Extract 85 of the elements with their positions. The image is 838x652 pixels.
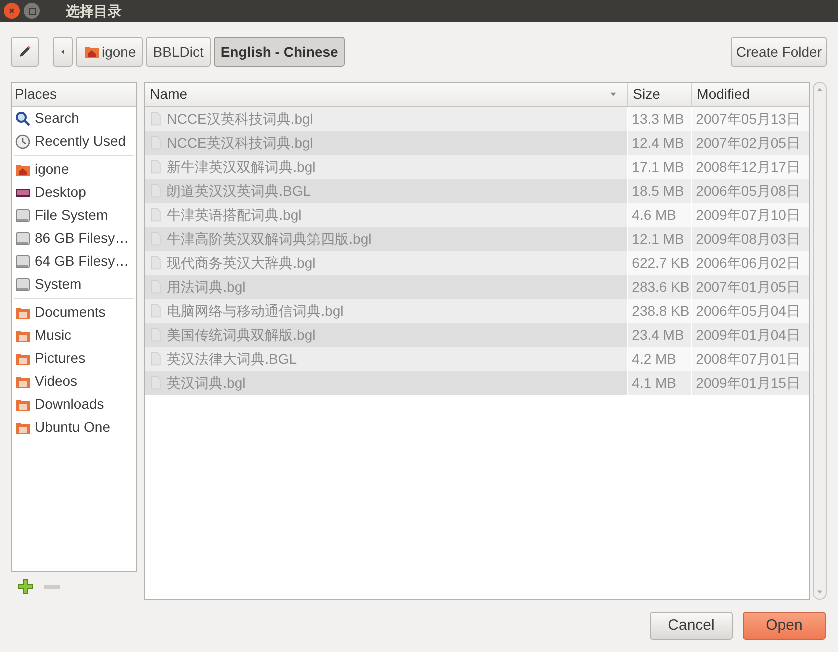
sidebar-item[interactable]: igone <box>12 158 136 181</box>
table-cell-text: 牛津英语搭配词典.bgl <box>167 206 302 225</box>
drive-icon <box>15 230 31 246</box>
path-button[interactable]: igone <box>76 37 144 67</box>
sidebar-item[interactable]: System <box>12 273 136 296</box>
sidebar-item[interactable]: File System <box>12 204 136 227</box>
path-button[interactable]: BBLDict <box>146 37 211 67</box>
plus-icon <box>18 579 34 595</box>
sidebar-item[interactable]: Downloads <box>12 393 136 416</box>
column-header[interactable]: Places <box>12 83 136 107</box>
table-cell-text: 美国传统词典双解版.bgl <box>167 326 316 345</box>
scroll-left-button[interactable] <box>53 37 73 67</box>
table-cell-text: 2009年01月04日 <box>696 326 800 344</box>
table-cell-text: 238.8 KB <box>632 302 690 320</box>
sidebar-item[interactable]: Search <box>12 107 136 130</box>
pencil-icon <box>17 44 33 60</box>
table-cell-text: 新牛津英汉双解词典.bgl <box>167 158 316 177</box>
scrollbar[interactable] <box>813 82 827 600</box>
sidebar-item[interactable]: 64 GB Filesy… <box>12 250 136 273</box>
sidebar-item[interactable]: Music <box>12 324 136 347</box>
table-cell-text: 2009年01月15日 <box>696 374 800 392</box>
window-title: 选择目录 <box>66 2 122 20</box>
table-cell-text: 牛津高阶英汉双解词典第四版.bgl <box>167 230 372 249</box>
path-button[interactable]: English - Chinese <box>214 37 346 67</box>
table-cell-text: 英汉词典.bgl <box>167 374 246 393</box>
sidebar-item[interactable]: Pictures <box>12 347 136 370</box>
sort-arrow-icon <box>609 90 618 99</box>
table-cell-text: 2008年12月17日 <box>696 158 800 176</box>
column-header[interactable]: Name <box>145 83 628 106</box>
sidebar-item[interactable]: Desktop <box>12 181 136 204</box>
table-cell-text: 2009年08月03日 <box>696 230 800 248</box>
table-cell-text: 12.1 MB <box>632 230 684 248</box>
table-cell-text: 18.5 MB <box>632 182 684 200</box>
table-cell-text: 2007年05月13日 <box>696 110 800 128</box>
drive-icon <box>15 208 31 224</box>
file-icon <box>149 303 164 319</box>
table-cell-text: 2006年05月08日 <box>696 182 800 200</box>
table-cell-text: 现代商务英汉大辞典.bgl <box>167 254 316 273</box>
table-cell-text: 13.3 MB <box>632 110 684 128</box>
file-icon <box>149 159 164 175</box>
left-arrow-icon <box>59 48 67 56</box>
file-icon <box>149 351 164 367</box>
edit-location-button[interactable] <box>11 37 39 67</box>
table-cell-text: 2006年05月04日 <box>696 302 800 320</box>
table-cell-text: NCCE英汉科技词典.bgl <box>167 134 314 153</box>
cancel-button[interactable]: Cancel <box>650 612 733 640</box>
table-cell-text: 2008年07月01日 <box>696 350 800 368</box>
close-button[interactable] <box>4 3 20 19</box>
close-icon <box>7 6 17 16</box>
table-cell-text: 2007年01月05日 <box>696 278 800 296</box>
sidebar-item[interactable]: Recently Used <box>12 130 136 153</box>
sidebar-item[interactable]: Documents <box>12 301 136 324</box>
sidebar-item[interactable]: Ubuntu One <box>12 416 136 439</box>
sidebar-item[interactable]: Videos <box>12 370 136 393</box>
home-folder-icon <box>83 44 101 60</box>
table-cell-text: 朗道英汉汉英词典.BGL <box>167 182 312 200</box>
table-cell-text: 用法词典.bgl <box>167 278 246 297</box>
column-header[interactable]: Size <box>627 83 692 106</box>
table-cell-text: 17.1 MB <box>632 158 684 176</box>
file-icon <box>149 207 164 223</box>
table-cell-text: 2007年02月05日 <box>696 134 800 152</box>
drive-icon <box>15 276 31 292</box>
table-cell-text: 英汉法律大词典.BGL <box>167 350 298 368</box>
table-cell-text: 23.4 MB <box>632 326 684 344</box>
maximize-button[interactable] <box>24 3 40 19</box>
add-bookmark-button[interactable] <box>18 579 34 595</box>
table-cell-text: 4.1 MB <box>632 374 677 392</box>
table-cell-text: 2009年07月10日 <box>696 206 800 224</box>
file-icon <box>149 255 164 271</box>
table-cell-text: 4.6 MB <box>632 206 677 224</box>
table-cell-text: 283.6 KB <box>632 278 690 296</box>
table-cell-text: 12.4 MB <box>632 134 684 152</box>
table-cell-text: NCCE汉英科技词典.bgl <box>167 110 314 129</box>
drive-icon <box>15 254 31 270</box>
table-cell-text: 4.2 MB <box>632 350 677 368</box>
file-icon <box>149 111 164 127</box>
table-cell-text: 2006年06月02日 <box>696 254 800 272</box>
clock-icon <box>15 134 31 150</box>
open-button[interactable]: Open <box>743 612 826 640</box>
create-folder-button[interactable]: Create Folder <box>731 37 827 67</box>
search-icon <box>15 110 31 126</box>
sidebar-item[interactable]: 86 GB Filesy… <box>12 227 136 250</box>
table-cell-text: 622.7 KB <box>632 254 690 272</box>
column-header[interactable]: Modified <box>691 83 810 106</box>
table-cell-text: 电脑网络与移动通信词典.bgl <box>167 302 344 321</box>
